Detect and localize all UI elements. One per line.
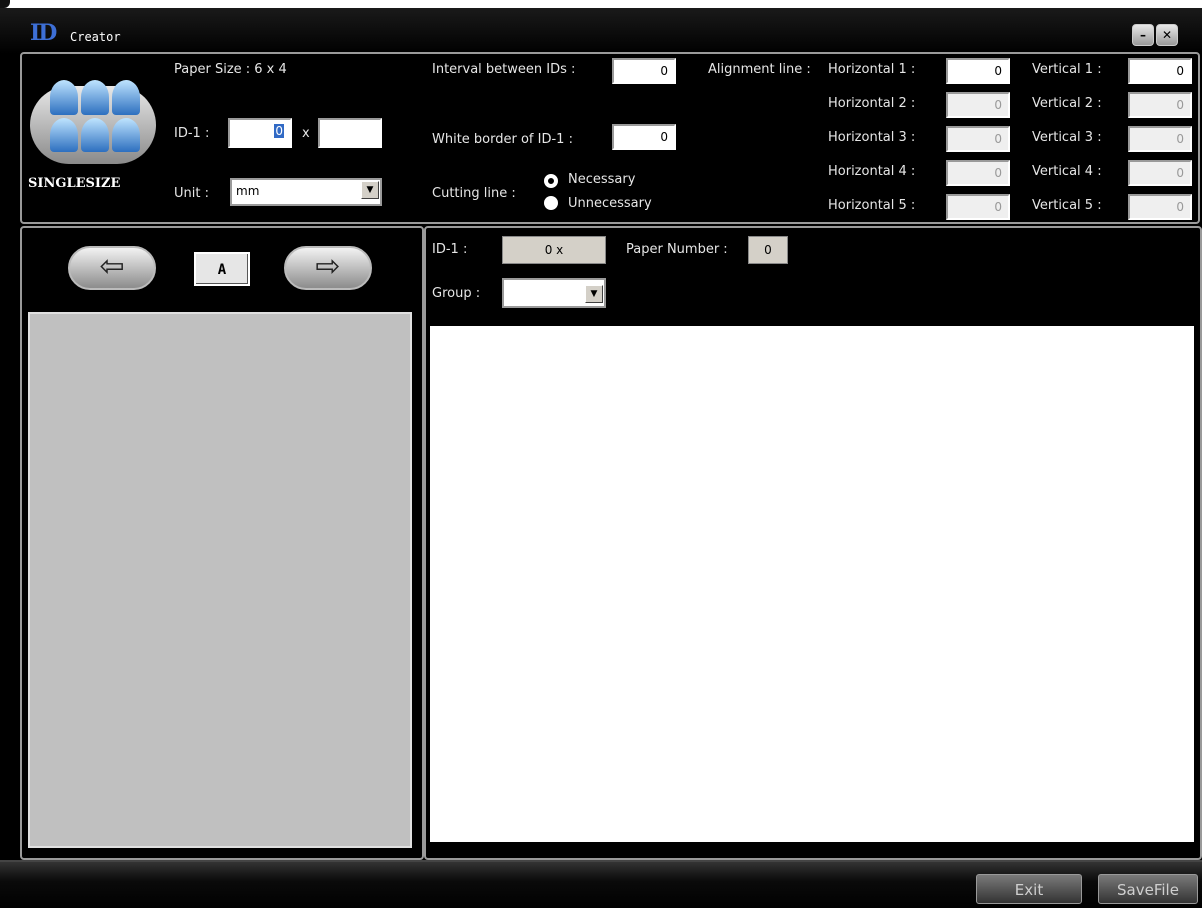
cutting-line-label: Cutting line : (432, 186, 516, 201)
paper-size-label: Paper Size : 6 x 4 (174, 62, 287, 77)
vertical-4-input[interactable]: 0 (1128, 160, 1192, 186)
unit-select[interactable]: mm ▼ (230, 178, 382, 206)
necessary-label: Necessary (568, 172, 636, 187)
id1-label: ID-1 : (174, 126, 210, 141)
unnecessary-label: Unnecessary (568, 196, 652, 211)
white-border-label: White border of ID-1 : (432, 132, 573, 147)
id1-width-value: 0 (274, 124, 284, 138)
horizontal-3-label: Horizontal 3 : (828, 130, 916, 145)
id1-times-label: x (302, 126, 310, 141)
horizontal-5-input[interactable]: 0 (946, 194, 1010, 220)
chevron-down-icon[interactable]: ▼ (361, 181, 379, 199)
vertical-5-label: Vertical 5 : (1032, 198, 1102, 213)
page-indicator-button[interactable]: A (194, 252, 250, 286)
app-logo: ID (30, 20, 57, 46)
vertical-5-input[interactable]: 0 (1128, 194, 1192, 220)
next-button[interactable]: ⇨ (284, 246, 372, 290)
paper-number-value: 0 (748, 236, 788, 264)
save-file-button[interactable]: SaveFile (1098, 874, 1198, 904)
preview-panel: ID-1 : 0 x Paper Number : 0 Group : ▼ (424, 226, 1202, 860)
minimize-icon[interactable]: – (1132, 24, 1154, 46)
unnecessary-radio[interactable] (544, 196, 558, 210)
necessary-radio[interactable] (544, 174, 558, 188)
horizontal-3-input[interactable]: 0 (946, 126, 1010, 152)
preview-id1-label: ID-1 : (432, 242, 468, 257)
vertical-1-input[interactable]: 0 (1128, 58, 1192, 84)
horizontal-1-label: Horizontal 1 : (828, 62, 916, 77)
unit-label: Unit : (174, 186, 209, 201)
id1-height-input[interactable] (318, 118, 382, 148)
chevron-down-icon[interactable]: ▼ (585, 285, 603, 303)
app-window: ID Creator – ✕ SINGLESIZE Paper Size : 6… (0, 8, 1202, 908)
group-label: Group : (432, 286, 481, 301)
left-arrow-icon: ⇦ (99, 249, 125, 284)
thumbnail-area[interactable] (28, 312, 412, 848)
vertical-4-label: Vertical 4 : (1032, 164, 1102, 179)
white-border-input[interactable]: 0 (612, 124, 676, 150)
vertical-2-label: Vertical 2 : (1032, 96, 1102, 111)
background-app-icon (0, 0, 10, 8)
close-icon[interactable]: ✕ (1156, 24, 1178, 46)
vertical-3-label: Vertical 3 : (1032, 130, 1102, 145)
paper-preview-canvas[interactable] (430, 326, 1194, 842)
title-bar: ID Creator – ✕ (0, 8, 1202, 54)
vertical-3-input[interactable]: 0 (1128, 126, 1192, 152)
horizontal-4-label: Horizontal 4 : (828, 164, 916, 179)
vertical-2-input[interactable]: 0 (1128, 92, 1192, 118)
vertical-1-label: Vertical 1 : (1032, 62, 1102, 77)
navigator-panel: ⇦ A ⇨ (20, 226, 424, 860)
singlesize-icon (30, 80, 158, 170)
horizontal-1-input[interactable]: 0 (946, 58, 1010, 84)
interval-label: Interval between IDs : (432, 62, 576, 77)
horizontal-5-label: Horizontal 5 : (828, 198, 916, 213)
preview-id1-value: 0 x (502, 236, 606, 264)
settings-panel: SINGLESIZE Paper Size : 6 x 4 ID-1 : 0 x… (20, 52, 1200, 224)
window-title: Creator (70, 30, 121, 44)
status-bar: Exit SaveFile (0, 860, 1202, 908)
horizontal-2-label: Horizontal 2 : (828, 96, 916, 111)
paper-number-label: Paper Number : (626, 242, 728, 257)
horizontal-4-input[interactable]: 0 (946, 160, 1010, 186)
id1-width-input[interactable]: 0 (228, 118, 292, 148)
singlesize-label: SINGLESIZE (28, 176, 121, 191)
interval-input[interactable]: 0 (612, 58, 676, 84)
unit-value: mm (236, 184, 260, 198)
previous-button[interactable]: ⇦ (68, 246, 156, 290)
right-arrow-icon: ⇨ (315, 249, 341, 284)
alignment-line-label: Alignment line : (708, 62, 811, 77)
exit-button[interactable]: Exit (976, 874, 1082, 904)
group-select[interactable]: ▼ (502, 278, 606, 308)
horizontal-2-input[interactable]: 0 (946, 92, 1010, 118)
